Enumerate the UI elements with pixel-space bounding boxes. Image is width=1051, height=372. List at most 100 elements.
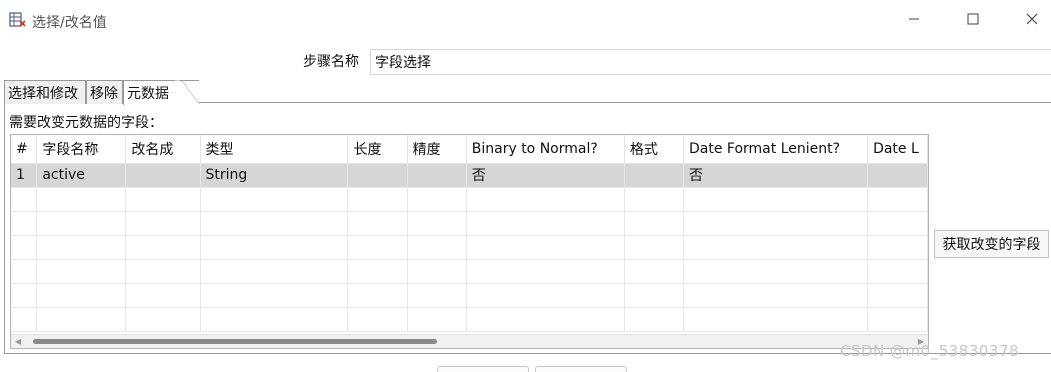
column-header[interactable]: 格式 — [624, 135, 685, 164]
table-cell[interactable] — [36, 187, 127, 212]
table-cell[interactable] — [125, 211, 201, 236]
table-cell[interactable] — [624, 259, 685, 284]
table-cell[interactable] — [867, 259, 928, 284]
table-cell[interactable] — [683, 283, 869, 308]
table-cell[interactable] — [466, 211, 625, 236]
bottom-button[interactable] — [437, 366, 529, 372]
table-cell[interactable] — [407, 235, 467, 260]
table-cell[interactable] — [683, 259, 869, 284]
table-cell[interactable] — [11, 307, 38, 332]
table-row[interactable]: 1 active String 否 否 — [11, 163, 928, 188]
column-header[interactable]: 改名成 — [125, 135, 201, 164]
table-cell[interactable] — [683, 307, 869, 332]
close-button[interactable] — [1012, 8, 1051, 34]
table-cell[interactable] — [11, 283, 38, 308]
scrollbar-thumb[interactable] — [33, 339, 437, 344]
table-cell[interactable] — [466, 187, 625, 212]
table-cell[interactable] — [466, 259, 625, 284]
table-cell[interactable] — [125, 307, 201, 332]
table-cell[interactable] — [407, 283, 467, 308]
column-header[interactable]: Date Format Lenient? — [683, 135, 869, 164]
table-cell[interactable] — [200, 235, 349, 260]
table-row[interactable] — [11, 211, 928, 236]
column-header[interactable]: Date L — [867, 135, 928, 164]
table-cell[interactable] — [867, 211, 928, 236]
tab-remove[interactable]: 移除 — [86, 80, 123, 104]
table-row[interactable] — [11, 235, 928, 260]
tab-label: 选择和修改 — [8, 86, 78, 102]
table-cell[interactable] — [347, 211, 408, 236]
table-cell[interactable] — [624, 307, 685, 332]
table-cell[interactable] — [11, 211, 38, 236]
table-cell[interactable] — [347, 187, 408, 212]
tab-select-modify[interactable]: 选择和修改 — [4, 80, 86, 104]
column-header[interactable]: 精度 — [407, 135, 467, 164]
table-cell[interactable] — [466, 283, 625, 308]
table-cell[interactable] — [200, 283, 349, 308]
table-cell[interactable] — [11, 235, 38, 260]
table-cell[interactable]: active — [36, 163, 127, 188]
scroll-left-icon[interactable]: ◀ — [15, 337, 21, 346]
table-row[interactable] — [11, 283, 928, 308]
table-cell[interactable] — [200, 187, 349, 212]
table-cell[interactable]: 1 — [11, 163, 38, 188]
table-cell[interactable] — [466, 235, 625, 260]
table-cell[interactable] — [624, 163, 685, 188]
step-name-input[interactable] — [370, 49, 1051, 75]
column-header[interactable]: # — [11, 135, 38, 164]
table-cell[interactable] — [407, 259, 467, 284]
column-header[interactable]: 类型 — [200, 135, 349, 164]
table-cell[interactable] — [407, 211, 467, 236]
table-cell[interactable] — [125, 259, 201, 284]
table-cell[interactable] — [624, 283, 685, 308]
column-header[interactable]: Binary to Normal? — [466, 135, 625, 164]
table-cell[interactable] — [683, 187, 869, 212]
table-cell[interactable] — [11, 187, 38, 212]
table-cell[interactable] — [683, 235, 869, 260]
table-cell[interactable] — [11, 259, 38, 284]
table-cell[interactable] — [347, 307, 408, 332]
table-cell[interactable]: String — [200, 163, 349, 188]
table-cell[interactable] — [407, 187, 467, 212]
horizontal-scrollbar[interactable]: ◀ ▶ — [11, 334, 928, 348]
column-header[interactable]: 字段名称 — [36, 135, 127, 164]
table-cell[interactable]: 否 — [683, 163, 869, 188]
table-cell[interactable] — [347, 235, 408, 260]
bottom-button[interactable] — [535, 366, 627, 372]
table-cell[interactable] — [624, 235, 685, 260]
table-cell[interactable] — [36, 235, 127, 260]
table-cell[interactable] — [347, 259, 408, 284]
table-cell[interactable] — [36, 211, 127, 236]
table-cell[interactable] — [867, 163, 928, 188]
table-cell[interactable] — [683, 211, 869, 236]
table-cell[interactable] — [624, 187, 685, 212]
table-cell[interactable] — [36, 307, 127, 332]
maximize-button[interactable] — [953, 8, 993, 34]
table-cell[interactable] — [624, 211, 685, 236]
table-cell[interactable] — [867, 283, 928, 308]
table-cell[interactable] — [125, 235, 201, 260]
get-changed-fields-button[interactable]: 获取改变的字段 — [934, 230, 1049, 258]
table-cell[interactable] — [125, 283, 201, 308]
table-cell[interactable] — [36, 283, 127, 308]
table-cell[interactable] — [407, 163, 467, 188]
table-cell[interactable] — [125, 163, 201, 188]
table-cell[interactable] — [125, 187, 201, 212]
table-row[interactable] — [11, 307, 928, 332]
table-cell[interactable] — [347, 283, 408, 308]
table-cell[interactable] — [407, 307, 467, 332]
table-cell[interactable] — [867, 187, 928, 212]
table-cell[interactable]: 否 — [466, 163, 625, 188]
table-row[interactable] — [11, 187, 928, 212]
minimize-button[interactable] — [894, 8, 934, 34]
table-cell[interactable] — [36, 259, 127, 284]
column-header[interactable]: 长度 — [347, 135, 408, 164]
table-cell[interactable] — [867, 235, 928, 260]
table-cell[interactable] — [867, 307, 928, 332]
table-cell[interactable] — [200, 259, 349, 284]
table-cell[interactable] — [200, 211, 349, 236]
table-cell[interactable] — [347, 163, 408, 188]
table-cell[interactable] — [466, 307, 625, 332]
table-cell[interactable] — [200, 307, 349, 332]
table-row[interactable] — [11, 259, 928, 284]
